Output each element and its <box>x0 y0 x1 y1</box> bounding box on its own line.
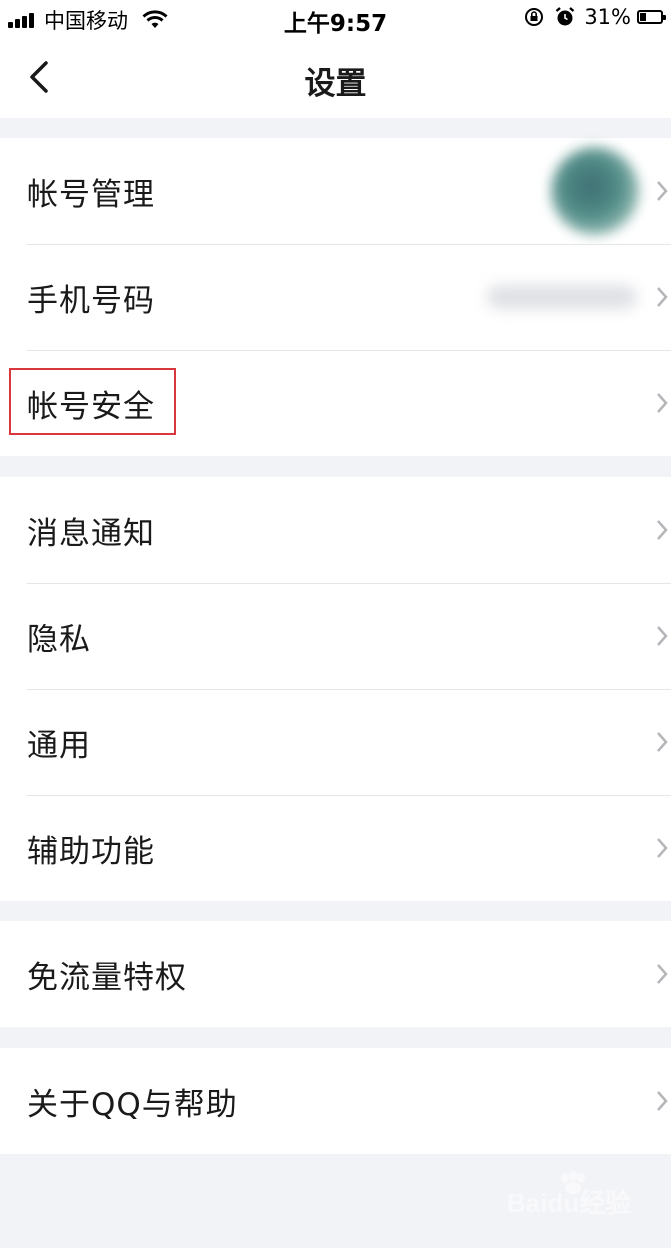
settings-item-notifications[interactable]: 消息通知 <box>0 477 671 583</box>
chevron-right-icon <box>657 732 668 752</box>
alarm-icon <box>556 7 575 26</box>
status-right: 31% <box>524 5 666 29</box>
paw-icon: Baidu经验 <box>507 1171 631 1218</box>
settings-item-label: 隐私 <box>27 621 91 658</box>
nav-bar: 设置 <box>0 36 671 118</box>
settings-item-accessibility[interactable]: 辅助功能 <box>0 795 671 901</box>
settings-item-label: 关于QQ与帮助 <box>27 1086 238 1123</box>
settings-group-general: 消息通知 隐私 通用 辅助功能 <box>0 477 671 901</box>
settings-item-account-management[interactable]: 帐号管理 <box>0 138 671 244</box>
settings-group-account: 帐号管理 手机号码 帐号安全 <box>0 138 671 456</box>
settings-item-label: 手机号码 <box>27 282 155 319</box>
chevron-right-icon <box>657 287 668 307</box>
battery-icon <box>637 10 666 24</box>
settings-item-label: 帐号安全 <box>27 388 155 425</box>
status-bar: 中国移动 上午9:57 31% <box>0 0 671 37</box>
settings-item-label: 辅助功能 <box>27 833 155 870</box>
chevron-right-icon <box>657 393 668 413</box>
settings-item-label: 消息通知 <box>27 515 155 552</box>
battery-percent: 31% <box>584 5 631 29</box>
baidu-watermark: Baidu经验 <box>507 1168 635 1226</box>
page-title: 设置 <box>304 66 367 102</box>
settings-item-privacy[interactable]: 隐私 <box>0 583 671 689</box>
chevron-right-icon <box>657 520 668 540</box>
settings-item-general[interactable]: 通用 <box>0 689 671 795</box>
watermark-text: Baidu经验 <box>507 1188 631 1218</box>
phone-number-value <box>487 285 637 309</box>
settings-item-account-security[interactable]: 帐号安全 <box>0 350 671 456</box>
chevron-right-icon <box>657 626 668 646</box>
avatar <box>551 147 639 235</box>
chevron-right-icon <box>657 181 668 201</box>
chevron-right-icon <box>657 1091 668 1111</box>
settings-item-label: 免流量特权 <box>27 959 187 996</box>
rotation-lock-icon <box>525 8 544 26</box>
chevron-right-icon <box>657 964 668 984</box>
settings-item-label: 通用 <box>27 727 91 764</box>
settings-item-about-help[interactable]: 关于QQ与帮助 <box>0 1048 671 1154</box>
settings-item-label: 帐号管理 <box>27 176 155 213</box>
settings-item-phone-number[interactable]: 手机号码 <box>0 244 671 350</box>
chevron-right-icon <box>657 838 668 858</box>
settings-item-free-data[interactable]: 免流量特权 <box>0 921 671 1027</box>
settings-group-data: 免流量特权 <box>0 921 671 1027</box>
settings-group-about: 关于QQ与帮助 <box>0 1048 671 1154</box>
